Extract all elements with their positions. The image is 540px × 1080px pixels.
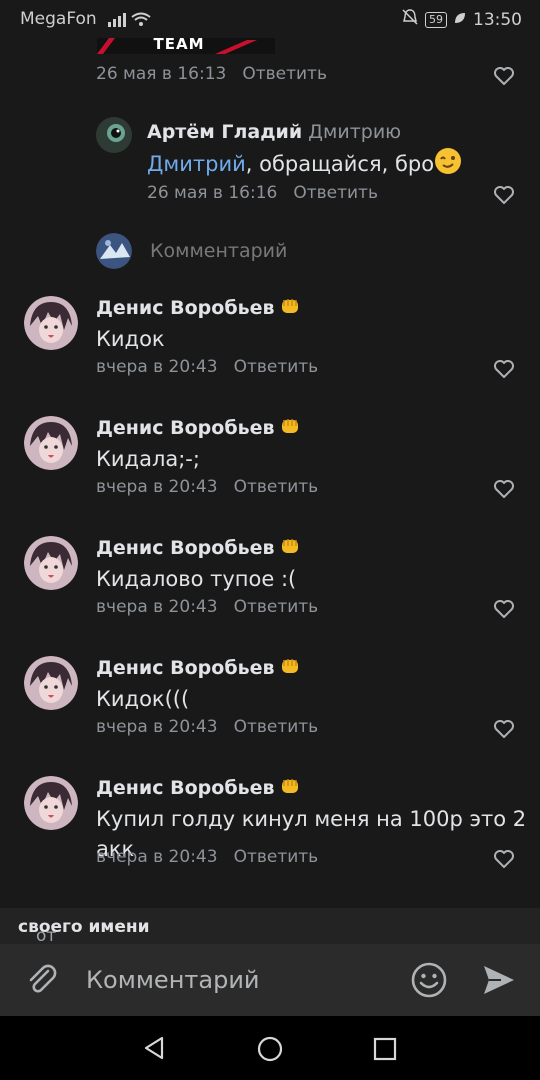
comment-composer: Комментарий (0, 944, 540, 1016)
comment-meta: вчера в 20:43 Ответить (96, 597, 318, 617)
fist-emoji-icon (279, 416, 301, 441)
author-name[interactable]: Денис Воробьев (96, 777, 275, 799)
heart-icon[interactable] (493, 185, 515, 205)
comment-meta: вчера в 20:43 Ответить (96, 847, 318, 867)
recents-nav-icon[interactable] (373, 1037, 397, 1061)
comment-author[interactable]: Денис Воробьев (96, 536, 301, 561)
comment-author[interactable]: Денис Воробьев (96, 776, 301, 801)
reply-button[interactable]: Ответить (293, 183, 378, 203)
comment-meta: вчера в 20:43 Ответить (96, 477, 318, 497)
heart-icon[interactable] (493, 719, 515, 739)
mention-link[interactable]: Дмитрий (147, 152, 246, 176)
author-name[interactable]: Денис Воробьев (96, 537, 275, 559)
comment-date: вчера в 20:43 (96, 847, 218, 867)
reply-button[interactable]: Ответить (234, 477, 319, 497)
reply-to[interactable]: Дмитрию (308, 121, 401, 143)
comment-date: 26 мая в 16:16 (147, 183, 278, 203)
avatar[interactable] (24, 416, 78, 470)
comment-text: Дмитрий, обращайся, бро (147, 147, 462, 183)
status-bar: MegaFon 59 13:50 (0, 0, 540, 38)
send-icon[interactable] (481, 963, 517, 997)
avatar[interactable] (96, 117, 132, 153)
comment-author[interactable]: Артём Гладий Дмитрию (147, 121, 401, 143)
heart-icon[interactable] (493, 359, 515, 379)
comment-text: Кидок (96, 327, 165, 351)
heart-icon[interactable] (493, 479, 515, 499)
comment-author[interactable]: Денис Воробьев (96, 416, 301, 441)
author-name[interactable]: Денис Воробьев (96, 417, 275, 439)
signal-wifi-icon (108, 11, 152, 32)
fist-emoji-icon (279, 776, 301, 801)
fist-emoji-icon (279, 656, 301, 681)
comment-text: Кидок((( (96, 687, 190, 711)
author-name[interactable]: Денис Воробьев (96, 657, 275, 679)
reply-button[interactable]: Ответить (234, 717, 319, 737)
back-nav-icon[interactable] (142, 1036, 166, 1060)
post-as-prefix: от (36, 926, 57, 946)
leaf-icon (453, 10, 467, 30)
heart-icon[interactable] (493, 849, 515, 869)
home-nav-icon[interactable] (257, 1036, 283, 1062)
avatar[interactable] (24, 656, 78, 710)
banner-text: TEAM (153, 38, 205, 53)
reply-button[interactable]: Ответить (234, 357, 319, 377)
comment-date: 26 мая в 16:13 (96, 64, 227, 84)
comment-meta: вчера в 20:43 Ответить (96, 717, 318, 737)
comment-date: вчера в 20:43 (96, 477, 218, 497)
paperclip-icon[interactable] (24, 962, 60, 998)
post-image-fragment[interactable]: TEAM (97, 38, 275, 54)
comment-meta: 26 мая в 16:16 Ответить (147, 183, 378, 203)
comment-author[interactable]: Денис Воробьев (96, 296, 301, 321)
comment-meta: вчера в 20:43 Ответить (96, 357, 318, 377)
fist-emoji-icon (279, 536, 301, 561)
reply-button[interactable]: Ответить (234, 597, 319, 617)
reply-button[interactable]: Ответить (242, 64, 327, 84)
avatar[interactable] (24, 296, 78, 350)
mute-icon (401, 8, 419, 31)
comment-date: вчера в 20:43 (96, 357, 218, 377)
fist-emoji-icon (279, 296, 301, 321)
comment-meta: 26 мая в 16:13 Ответить (96, 64, 327, 84)
comment-date: вчера в 20:43 (96, 597, 218, 617)
comment-text: Кидалово тупое :( (96, 567, 297, 591)
heart-icon[interactable] (493, 66, 515, 86)
my-avatar (96, 233, 132, 269)
heart-icon[interactable] (493, 599, 515, 619)
comment-text-line: Купил голду кинул меня на 100р это 2 (96, 807, 527, 831)
avatar[interactable] (24, 776, 78, 830)
carrier-name: MegaFon (20, 9, 97, 29)
post-as-bar[interactable]: от своего имени (0, 908, 540, 946)
status-time: 13:50 (473, 9, 522, 30)
comment-author[interactable]: Денис Воробьев (96, 656, 301, 681)
comment-body: , обращайся, бро (245, 152, 435, 176)
comment-input[interactable]: Комментарий (86, 966, 260, 994)
avatar[interactable] (24, 536, 78, 590)
reply-comment-input[interactable]: Комментарий (150, 240, 287, 262)
author-name[interactable]: Артём Гладий (147, 121, 302, 143)
comment-text: Кидала;-; (96, 447, 200, 471)
reply-button[interactable]: Ответить (234, 847, 319, 867)
comment-date: вчера в 20:43 (96, 717, 218, 737)
smile-icon[interactable] (410, 961, 448, 999)
system-nav-bar (0, 1016, 540, 1080)
author-name[interactable]: Денис Воробьев (96, 297, 275, 319)
wink-emoji-icon (434, 147, 462, 183)
battery-indicator: 59 (425, 11, 447, 28)
